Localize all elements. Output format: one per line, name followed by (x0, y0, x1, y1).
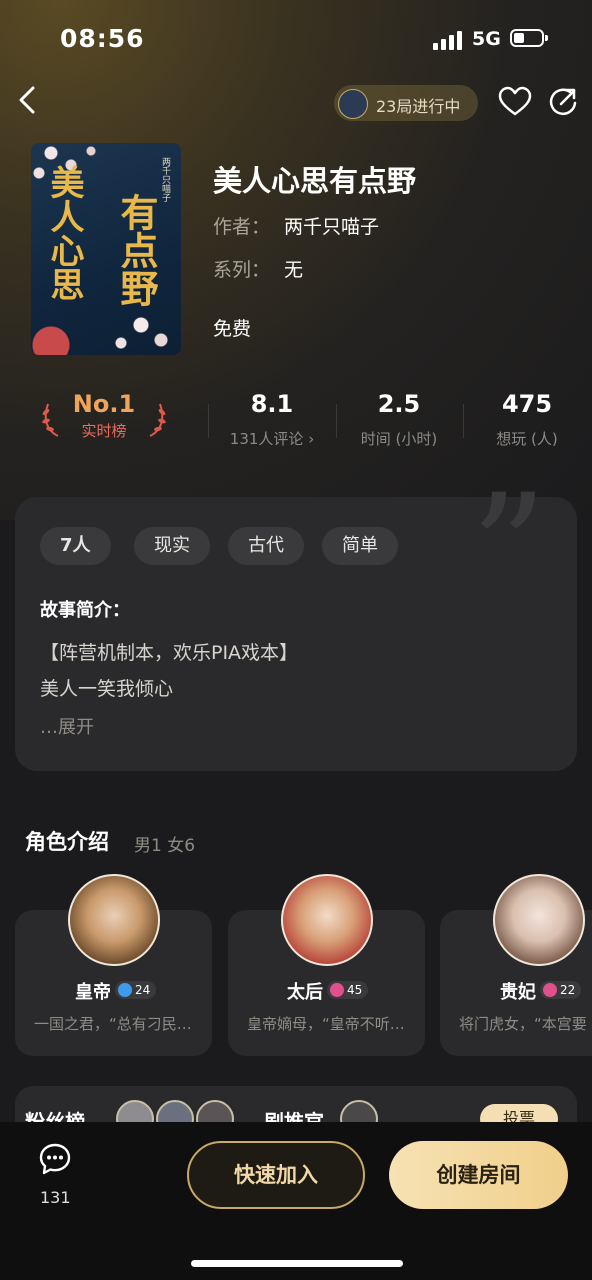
rating-value: 8.1 (250, 390, 294, 418)
rounds-avatar (338, 89, 368, 119)
female-icon (543, 983, 557, 997)
laurel-left-icon (42, 403, 59, 437)
role-player-count: 45 (327, 981, 369, 999)
home-indicator[interactable] (191, 1260, 403, 1267)
roles-heading: 角色介绍 (25, 830, 109, 854)
story-line: 美人一笑我倾心 (40, 678, 174, 700)
story-card: ” 7人 现实 古代 简单 故事简介： 【阵营机制本，欢乐PIA戏本】 美人一笑… (15, 475, 577, 771)
role-desc: 一国之君，“总有刁民… (34, 1015, 192, 1033)
role-avatar (68, 874, 160, 966)
signal-icon (433, 30, 463, 50)
create-room-button[interactable]: 创建房间 (389, 1141, 568, 1209)
role-desc: 皇帝嫡母，“皇帝不听… (247, 1015, 405, 1033)
book-cover[interactable]: 美人心思 有点野 两千只喵子 (31, 143, 181, 355)
author-name: 两千只喵子 (284, 216, 380, 238)
role-name: 皇帝 (75, 982, 111, 1003)
series-row: 系列： 无 (213, 255, 303, 282)
role-desc: 将门虎女，“本宫要 (459, 1015, 587, 1033)
quick-join-button[interactable]: 快速加入 (187, 1141, 365, 1209)
role-name: 太后 (287, 982, 323, 1003)
series-label: 系列： (213, 259, 271, 281)
rank-badge[interactable]: No.1 实时榜 (40, 390, 168, 450)
stat-divider (336, 404, 337, 438)
rating-label: 131人评论 › (229, 430, 315, 448)
expand-link[interactable]: …展开 (40, 713, 94, 739)
male-icon (118, 983, 132, 997)
stat-divider (463, 404, 464, 438)
series-value: 无 (284, 259, 304, 281)
laurel-right-icon (149, 403, 166, 437)
tag-players[interactable]: 7人 (40, 527, 111, 565)
story-line: 【阵营机制本，欢乐PIA戏本】 (40, 642, 299, 664)
heart-icon[interactable] (498, 86, 532, 118)
female-icon (330, 983, 344, 997)
duration-value: 2.5 (377, 390, 421, 418)
battery-icon (510, 29, 548, 47)
cover-author: 两千只喵子 (160, 157, 170, 202)
story-heading: 故事简介： (40, 600, 130, 621)
duration-label: 时间 (小时) (360, 430, 438, 448)
role-avatar (281, 874, 373, 966)
author-row: 作者： 两千只喵子 (213, 212, 379, 239)
cover-title-a: 美人心思 (44, 165, 84, 301)
author-label: 作者： (213, 216, 271, 238)
rounds-in-progress-pill[interactable]: 23局进行中 (334, 85, 478, 121)
comment-icon[interactable] (38, 1142, 72, 1176)
role-name: 贵妃 (500, 982, 536, 1003)
duration-stat: 2.5 时间 (小时) (339, 390, 459, 449)
roles-summary: 男1 女6 (134, 836, 196, 856)
want-stat: 475 想玩 (人) (467, 390, 587, 449)
cover-flowers-bottom (31, 305, 181, 355)
network-label: 5G (472, 28, 501, 50)
want-value: 475 (501, 390, 553, 418)
tag-genre[interactable]: 现实 (134, 527, 210, 565)
role-player-count: 22 (540, 981, 582, 999)
role-avatar (493, 874, 585, 966)
script-title: 美人心思有点野 (213, 164, 417, 198)
quote-mark-icon: ” (470, 463, 547, 637)
stat-divider (208, 404, 209, 438)
cover-title-b: 有点野 (114, 193, 159, 307)
share-icon[interactable] (548, 86, 578, 118)
back-arrow-icon[interactable] (14, 84, 44, 116)
rounds-text: 23局进行中 (376, 97, 461, 116)
comment-count: 131 (40, 1188, 71, 1207)
price-label: 免费 (213, 318, 252, 340)
status-time: 08:56 (60, 24, 145, 53)
want-label: 想玩 (人) (496, 430, 558, 448)
rating-stat[interactable]: 8.1 131人评论 › (212, 390, 332, 449)
tag-era[interactable]: 古代 (228, 527, 304, 565)
tag-difficulty[interactable]: 简单 (322, 527, 398, 565)
role-player-count: 24 (115, 981, 157, 999)
